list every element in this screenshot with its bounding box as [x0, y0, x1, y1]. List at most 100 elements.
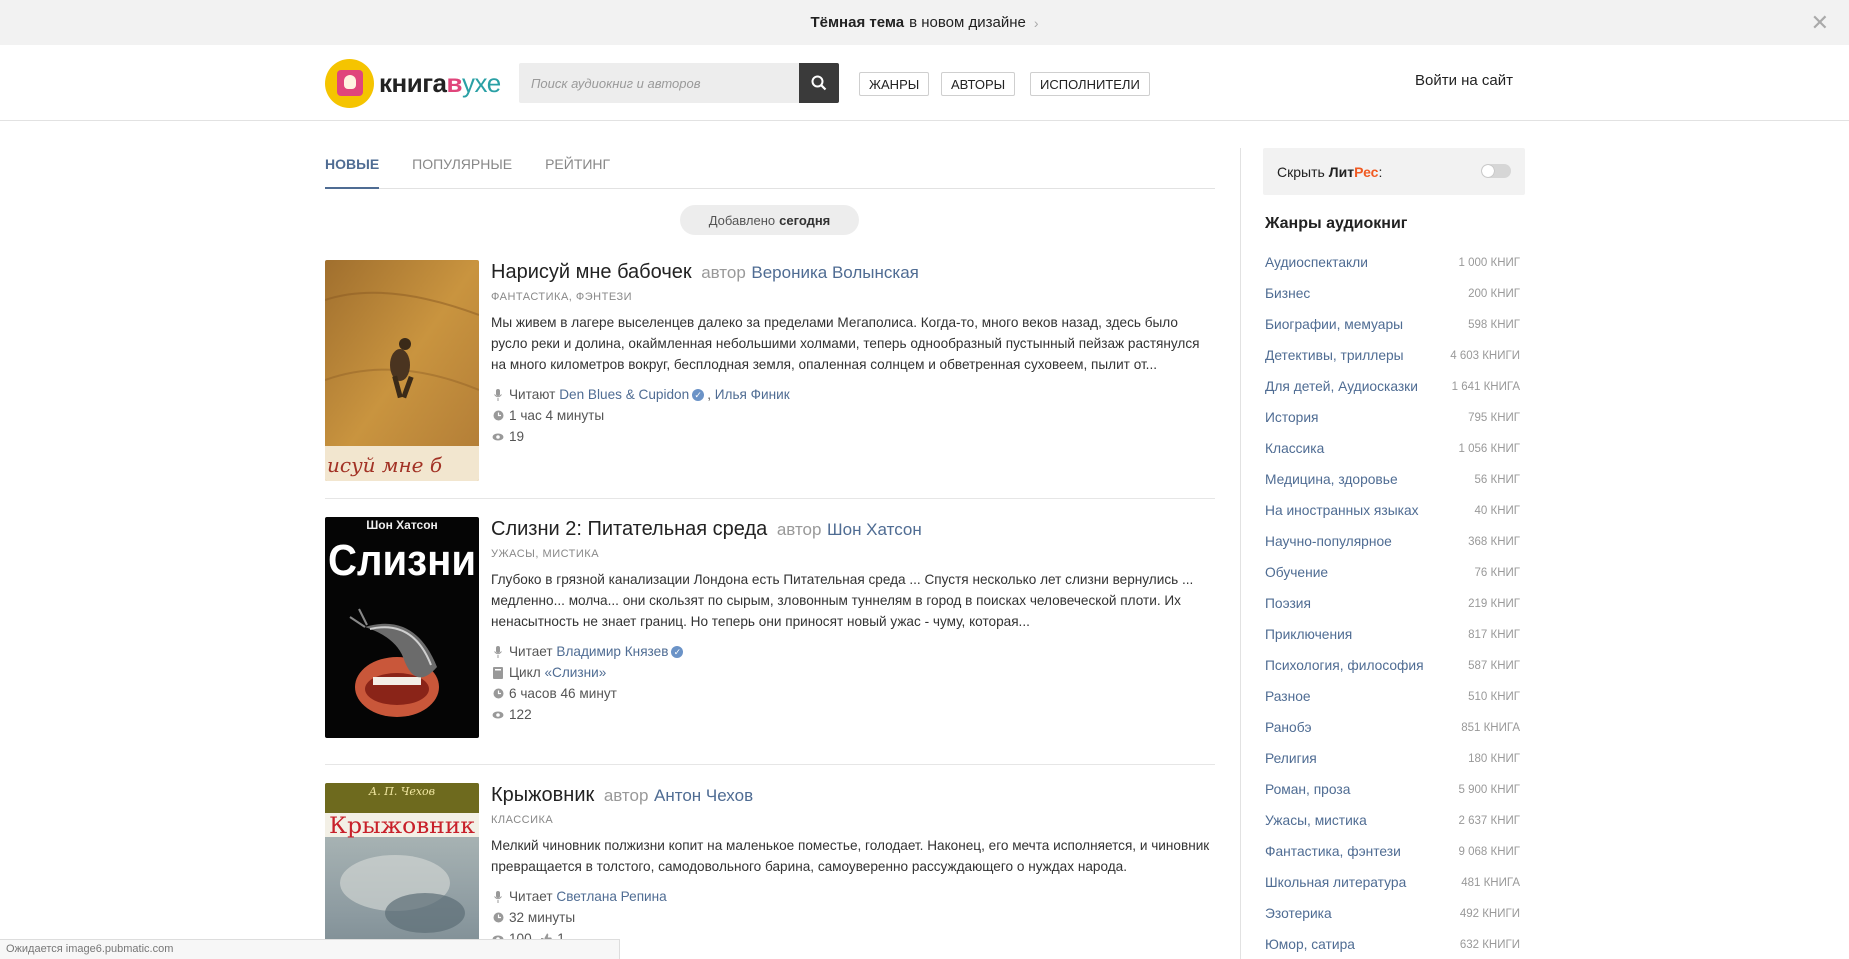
book-title-link[interactable]: Крыжовник [491, 784, 594, 806]
cycle-link[interactable]: «Слизни» [544, 662, 606, 683]
genre-link[interactable]: Юмор, сатира [1265, 937, 1355, 952]
reader-link[interactable]: Илья Финик [715, 384, 790, 405]
tab-rating[interactable]: РЕЙТИНГ [545, 149, 610, 189]
genre-link[interactable]: Психология, философия [1265, 658, 1424, 673]
book-title-link[interactable]: Слизни 2: Питательная среда [491, 518, 767, 540]
hide-litres-toggle[interactable] [1481, 164, 1511, 178]
book-genres[interactable]: ФАНТАСТИКА, ФЭНТЕЗИ [491, 291, 1215, 303]
genre-link[interactable]: Бизнес [1265, 286, 1310, 301]
author-link[interactable]: Вероника Волынская [751, 263, 919, 282]
genre-link[interactable]: Роман, проза [1265, 782, 1350, 797]
genre-link[interactable]: Разное [1265, 689, 1311, 704]
genre-link[interactable]: Научно-популярное [1265, 534, 1392, 549]
genre-item[interactable]: История 795 книг [1265, 402, 1520, 433]
genre-link[interactable]: Аудиоспектакли [1265, 255, 1368, 270]
book-info: Слизни 2: Питательная среда автор Шон Ха… [491, 517, 1215, 725]
genre-count: 795 книг [1468, 411, 1520, 424]
search-button[interactable] [799, 63, 839, 103]
book-views: 19 [491, 426, 1215, 447]
cover-title-text: Крыжовник [329, 814, 475, 839]
genre-item[interactable]: Ужасы, мистика 2 637 книг [1265, 805, 1520, 836]
microphone-icon [491, 645, 505, 658]
genre-item[interactable]: Поэзия 219 книг [1265, 588, 1520, 619]
genre-link[interactable]: Биографии, мемуары [1265, 317, 1403, 332]
book-cover[interactable]: Шон Хатсон Слизни [325, 517, 479, 738]
book-info: Нарисуй мне бабочек автор Вероника Волын… [491, 260, 1215, 447]
genre-item[interactable]: Биографии, мемуары 598 книг [1265, 309, 1520, 340]
tab-new[interactable]: НОВЫЕ [325, 149, 380, 189]
nav-readers-button[interactable]: ИСПОЛНИТЕЛИ [1030, 72, 1150, 96]
tab-popular[interactable]: ПОПУЛЯРНЫЕ [412, 149, 512, 189]
genre-link[interactable]: Приключения [1265, 627, 1352, 642]
theme-banner[interactable]: Тёмная тема в новом дизайне › ✕ [0, 0, 1849, 45]
genre-item[interactable]: Для детей, Аудиосказки 1 641 книга [1265, 371, 1520, 402]
genre-item[interactable]: Аудиоспектакли 1 000 книг [1265, 247, 1520, 278]
genre-link[interactable]: Школьная литература [1265, 875, 1406, 890]
genre-link[interactable]: На иностранных языках [1265, 503, 1419, 518]
genre-count: 492 книги [1459, 907, 1520, 920]
genre-link[interactable]: Классика [1265, 441, 1324, 456]
book-cover[interactable]: исуй мне б [325, 260, 479, 481]
genre-item[interactable]: Роман, проза 5 900 книг [1265, 774, 1520, 805]
genre-link[interactable]: Эзотерика [1265, 906, 1332, 921]
genre-item[interactable]: Разное 510 книг [1265, 681, 1520, 712]
book-title-link[interactable]: Нарисуй мне бабочек [491, 261, 692, 283]
book-genres[interactable]: УЖАСЫ, МИСТИКА [491, 548, 1215, 560]
genre-item[interactable]: Приключения 817 книг [1265, 619, 1520, 650]
genre-link[interactable]: Ужасы, мистика [1265, 813, 1367, 828]
book-description: Глубоко в грязной канализации Лондона ес… [491, 572, 1194, 629]
search-input[interactable] [519, 63, 799, 103]
genre-count: 632 книги [1459, 938, 1520, 951]
genre-link[interactable]: Ранобэ [1265, 720, 1312, 735]
genre-item[interactable]: Детективы, триллеры 4 603 книги [1265, 340, 1520, 371]
genre-link[interactable]: Фантастика, фэнтези [1265, 844, 1401, 859]
book-heading: Крыжовник автор Антон Чехов [491, 783, 1215, 808]
genre-count: 817 книг [1468, 628, 1520, 641]
genre-item[interactable]: Религия 180 книг [1265, 743, 1520, 774]
book-genres[interactable]: КЛАССИКА [491, 814, 1215, 826]
genre-item[interactable]: Психология, философия 587 книг [1265, 650, 1520, 681]
site-logo[interactable]: книгавухе [325, 58, 501, 108]
cover-title-text: исуй мне б [327, 453, 443, 477]
genre-item[interactable]: Научно-популярное 368 книг [1265, 526, 1520, 557]
genre-count: 4 603 книги [1450, 349, 1520, 362]
genre-link[interactable]: Обучение [1265, 565, 1328, 580]
genre-item[interactable]: Школьная литература 481 книга [1265, 867, 1520, 898]
genre-item[interactable]: Юмор, сатира 632 книги [1265, 929, 1520, 959]
book-cover[interactable]: А. П. Чехов Крыжовник [325, 783, 479, 959]
book-heading: Слизни 2: Питательная среда автор Шон Ха… [491, 517, 1215, 542]
clock-icon [491, 410, 505, 421]
reader-link[interactable]: Светлана Репина [556, 886, 666, 907]
reader-link[interactable]: Владимир Князев [556, 641, 668, 662]
logo-text: книгавухе [379, 67, 501, 98]
genre-item[interactable]: Ранобэ 851 книга [1265, 712, 1520, 743]
genre-item[interactable]: Медицина, здоровье 56 книг [1265, 464, 1520, 495]
login-link[interactable]: Войти на сайт [1415, 72, 1513, 89]
genre-link[interactable]: Поэзия [1265, 596, 1311, 611]
genre-item[interactable]: Обучение 76 книг [1265, 557, 1520, 588]
nav-genres-button[interactable]: ЖАНРЫ [859, 72, 930, 96]
genre-count: 200 книг [1468, 287, 1520, 300]
genre-item[interactable]: На иностранных языках 40 книг [1265, 495, 1520, 526]
nav-authors-button[interactable]: АВТОРЫ [941, 72, 1016, 96]
genre-item[interactable]: Фантастика, фэнтези 9 068 книг [1265, 836, 1520, 867]
genre-link[interactable]: История [1265, 410, 1319, 425]
close-icon[interactable]: ✕ [1811, 10, 1829, 36]
genre-link[interactable]: Детективы, триллеры [1265, 348, 1404, 363]
verified-icon: ✓ [671, 645, 684, 658]
genre-link[interactable]: Медицина, здоровье [1265, 472, 1398, 487]
author-prefix: автор [701, 263, 746, 282]
author-link[interactable]: Шон Хатсон [827, 520, 922, 539]
genre-link[interactable]: Для детей, Аудиосказки [1265, 379, 1418, 394]
search-icon [811, 75, 827, 91]
genre-item[interactable]: Бизнес 200 книг [1265, 278, 1520, 309]
cover-author-text: Шон Хатсон [366, 518, 438, 532]
author-prefix: автор [603, 786, 649, 805]
genre-count: 368 книг [1468, 535, 1520, 548]
author-link[interactable]: Антон Чехов [654, 786, 753, 805]
genre-item[interactable]: Эзотерика 492 книги [1265, 898, 1520, 929]
book-readers: Читает Владимир Князев ✓ [491, 641, 1215, 662]
reader-link[interactable]: Den Blues & Cupidon [559, 384, 689, 405]
genre-item[interactable]: Классика 1 056 книг [1265, 433, 1520, 464]
genre-link[interactable]: Религия [1265, 751, 1317, 766]
